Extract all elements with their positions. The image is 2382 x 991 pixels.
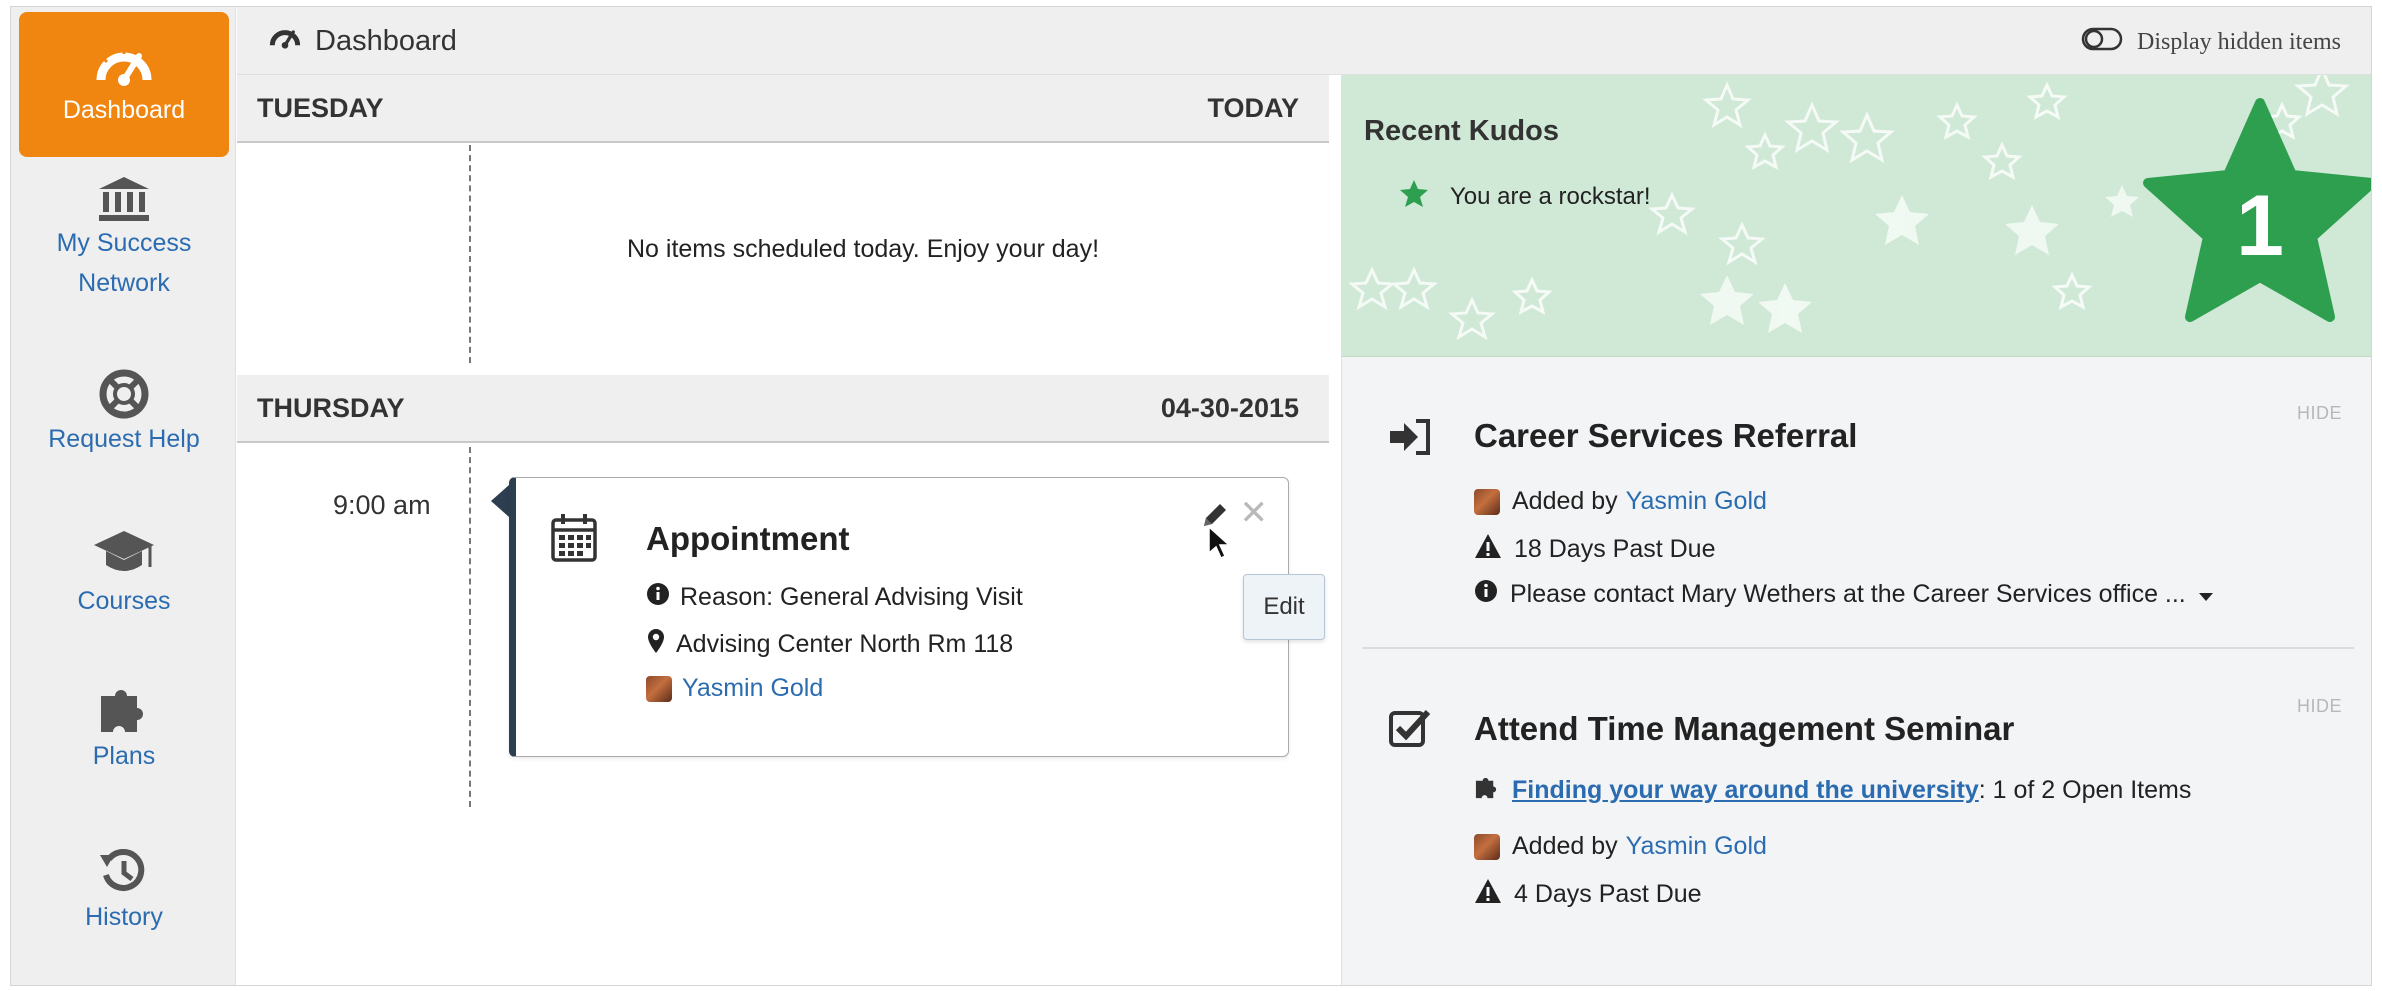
task-plan: Finding your way around the university: … [1474,774,2191,807]
dashboard-icon [95,40,153,90]
checkbox-checked-icon[interactable] [1388,708,1434,755]
sidebar-item-dashboard[interactable]: Dashboard [19,12,229,157]
sidebar-item-courses[interactable]: Courses [19,527,229,621]
divider [1362,647,2354,649]
task-added-by: Added by Yasmin Gold [1474,487,1767,516]
sidebar-item-label: Dashboard [62,95,186,124]
appointment-time: 9:00 am [333,490,431,520]
close-icon[interactable]: ✕ [1240,496,1269,530]
sidebar-item-label: History [85,903,163,931]
sidebar-item-label: Request Help [48,425,200,453]
top-bar: Dashboard Display hidden items [237,7,2371,75]
task-due: 18 Days Past Due [1474,533,1716,566]
task-added-by: Added by Yasmin Gold [1474,832,1767,861]
task-note[interactable]: Please contact Mary Wethers at the Caree… [1474,579,2214,610]
task-title: Career Services Referral [1474,417,1858,454]
caret-down-icon[interactable] [2198,580,2214,609]
appointment-pointer [491,485,509,517]
task-due: 4 Days Past Due [1474,878,1702,911]
info-icon [1474,579,1498,610]
history-icon [97,845,151,897]
warning-icon [1474,533,1502,566]
kudos-item: You are a rockstar! [1400,179,1651,214]
day-header-thursday: THURSDAY 04-30-2015 [237,375,1329,443]
avatar [1474,488,1500,515]
dashboard-icon [269,23,301,59]
empty-day-message: No items scheduled today. Enjoy your day… [627,235,1100,263]
appointment-title: Appointment [646,520,850,557]
sidebar-item-label: Plans [92,742,156,770]
sign-in-arrow-icon [1388,417,1434,462]
avatar [646,675,672,702]
timeline-divider [469,145,471,363]
puzzle-icon [1474,774,1500,807]
mouse-cursor-icon [1207,525,1233,566]
kudos-panel: Recent Kudos You are a rockstar! 1 [1342,75,2371,357]
appointment-person: Yasmin Gold [646,674,823,703]
timeline-divider [469,447,471,807]
task-card-time-management: HIDE Attend Time Management Seminar Find… [1342,650,2371,980]
sidebar-item-history[interactable]: History [19,845,229,937]
day-date: 04-30-2015 [1160,392,1299,423]
info-icon [646,582,670,613]
kudos-count-star-icon: 1 [2143,98,2371,322]
day-name: TUESDAY [257,92,384,123]
sidebar-item-plans[interactable]: Plans [19,682,229,776]
person-link[interactable]: Yasmin Gold [682,674,823,703]
day-date: TODAY [1207,92,1299,123]
calendar-icon [550,512,598,569]
sidebar-item-request-help[interactable]: Request Help [19,369,229,459]
person-link[interactable]: Yasmin Gold [1626,832,1767,861]
task-title: Attend Time Management Seminar [1474,710,2015,747]
avatar [1474,833,1500,860]
sidebar-item-my-success-network[interactable]: My Success Network [19,175,229,303]
kudos-count: 1 [2236,178,2284,274]
sidebar: Dashboard My Success Network Request Hel… [11,7,236,985]
appointment-card[interactable]: Appointment Reason: General Advising Vis… [509,477,1289,757]
calendar-panel: TUESDAY TODAY No items scheduled today. … [237,75,1329,985]
day-name: THURSDAY [257,392,405,423]
star-icon [1400,179,1428,214]
toggle-icon [2081,27,2123,58]
toggle-label: Display hidden items [2137,29,2341,55]
display-hidden-items-toggle[interactable]: Display hidden items [2081,27,2341,58]
appointment-location: Advising Center North Rm 118 [646,628,1013,661]
hide-button[interactable]: HIDE [2297,696,2342,717]
page-title-text: Dashboard [315,24,457,57]
person-link[interactable]: Yasmin Gold [1626,487,1767,516]
map-marker-icon [646,628,666,661]
sidebar-item-label: Courses [77,587,171,615]
lifebuoy-icon [99,369,149,419]
kudos-title: Recent Kudos [1364,115,1559,147]
bank-icon [97,175,151,223]
plan-link[interactable]: Finding your way around the university [1512,776,1979,804]
puzzle-icon [97,682,151,736]
graduation-cap-icon [92,527,156,581]
appointment-reason: Reason: General Advising Visit [646,582,1023,613]
page-title: Dashboard [269,23,457,59]
sidebar-item-label: My Success Network [56,229,192,297]
hide-button[interactable]: HIDE [2297,403,2342,424]
day-header-tuesday: TUESDAY TODAY [237,75,1329,143]
right-panel: Recent Kudos You are a rockstar! 1 HIDE … [1341,75,2371,985]
app-window: Dashboard My Success Network Request Hel… [10,6,2372,986]
warning-icon [1474,878,1502,911]
edit-tooltip: Edit [1243,574,1325,640]
